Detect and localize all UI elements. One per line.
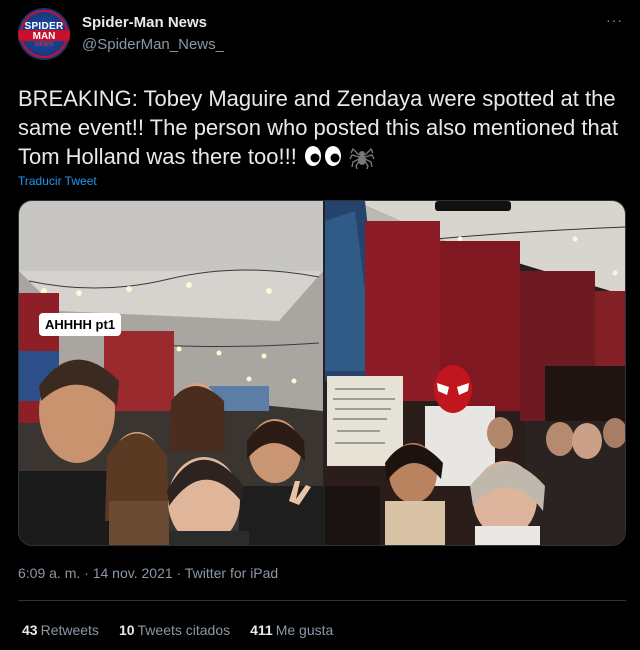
tweet-card: SPIDER MAN NEWS Spider-Man News @SpiderM… (0, 0, 640, 650)
quote-tweets-label: Tweets citados (137, 622, 231, 638)
tweet-text: BREAKING: Tobey Maguire and Zendaya were… (18, 84, 630, 171)
display-name[interactable]: Spider-Man News (82, 14, 207, 31)
user-handle[interactable]: @SpiderMan_News_ (82, 36, 224, 53)
meta-separator-2: · (176, 565, 182, 581)
photo-left[interactable]: AHHHH pt1 (19, 201, 323, 545)
likes-stat[interactable]: 411 Me gusta (250, 622, 333, 638)
retweets-label: Retweets (40, 622, 99, 638)
tweet-time[interactable]: 6:09 a. m. (18, 565, 80, 581)
media-grid: AHHHH pt1 (18, 200, 626, 546)
meta-separator: · (84, 565, 89, 581)
avatar[interactable]: SPIDER MAN NEWS (18, 8, 70, 60)
translate-tweet-link[interactable]: Traducir Tweet (18, 174, 97, 188)
quote-tweets-stat[interactable]: 10 Tweets citados (119, 622, 230, 638)
likes-count: 411 (250, 622, 273, 638)
divider-top (18, 600, 626, 601)
more-options-icon[interactable]: ··· (606, 12, 623, 28)
photo-right[interactable] (325, 201, 625, 545)
photo-overlay-label: AHHHH pt1 (39, 313, 122, 336)
quote-tweets-count: 10 (118, 622, 135, 638)
tweet-metadata: 6:09 a. m. · 14 nov. 2021 · Twitter for … (18, 565, 278, 581)
retweets-stat[interactable]: 43 Retweets (22, 622, 99, 638)
retweets-count: 43 (22, 622, 38, 638)
tweet-source[interactable]: Twitter for iPad (185, 565, 278, 581)
avatar-text-line2: MAN (32, 31, 56, 42)
tweet-date[interactable]: 14 nov. 2021 (93, 565, 173, 581)
eyes-icon (304, 146, 341, 166)
spider-icon (349, 147, 375, 170)
avatar-text-line3: NEWS (35, 42, 53, 48)
engagement-stats: 43 Retweets 10 Tweets citados 411 Me gusta (22, 622, 333, 638)
likes-label: Me gusta (275, 622, 334, 638)
